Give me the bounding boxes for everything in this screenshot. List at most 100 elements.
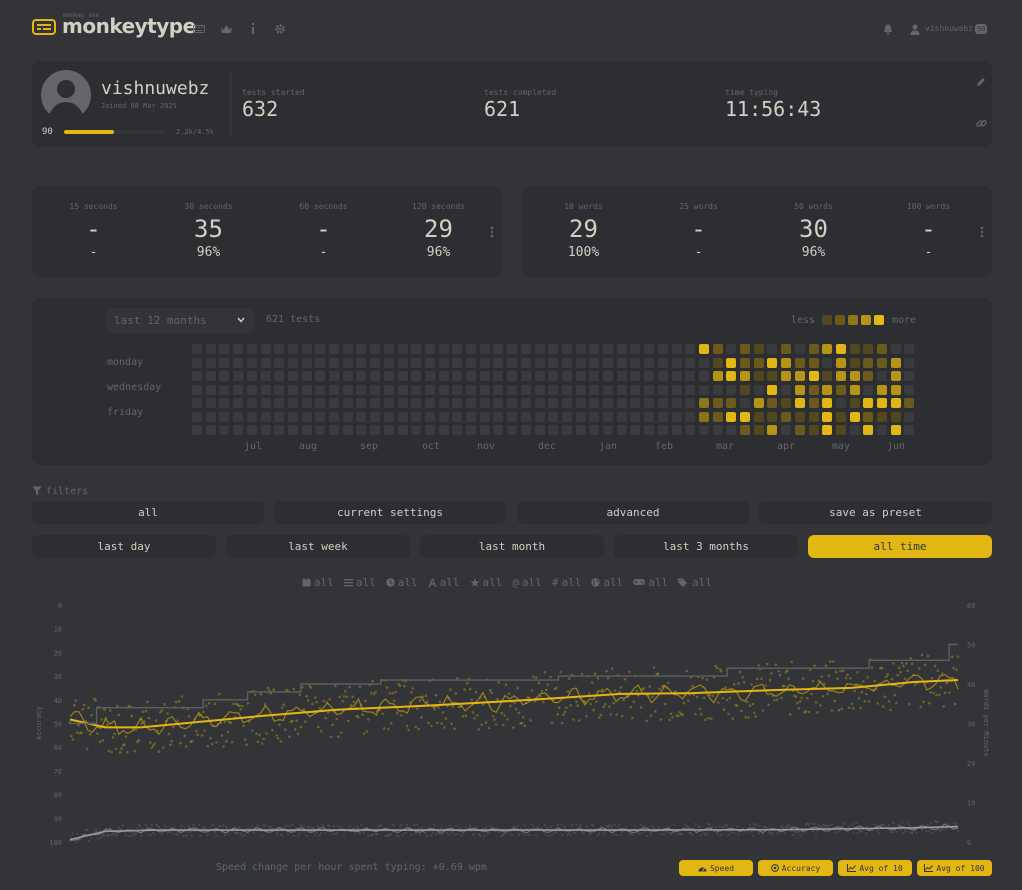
activity-cell[interactable] [493,371,504,381]
activity-cell[interactable] [630,425,641,435]
activity-cell[interactable] [479,344,490,354]
activity-cell[interactable] [507,411,518,422]
activity-cell[interactable] [657,371,668,381]
activity-cell[interactable] [616,411,627,422]
activity-cell[interactable] [589,425,600,435]
activity-cell[interactable] [740,411,750,422]
activity-cell[interactable] [589,371,600,381]
activity-cell[interactable] [822,384,833,395]
activity-cell[interactable] [822,357,833,368]
activity-cell[interactable] [685,384,696,395]
activity-cell[interactable] [370,357,381,368]
activity-cell[interactable] [616,425,627,435]
activity-cell[interactable] [424,371,435,381]
filters-toggle[interactable]: filters [32,484,88,498]
activity-cell[interactable] [219,384,230,395]
link-icon[interactable] [973,115,989,131]
activity-cell[interactable] [246,384,257,395]
activity-cell[interactable] [411,371,422,381]
activity-cell[interactable] [274,384,285,395]
activity-cell[interactable] [781,344,792,354]
activity-cell[interactable] [589,398,600,408]
activity-cell[interactable] [863,384,874,395]
activity-cell[interactable] [575,425,586,435]
activity-cell[interactable] [822,425,833,435]
activity-cell[interactable] [246,398,257,408]
activity-cell[interactable] [781,411,792,422]
activity-cell[interactable] [657,357,668,368]
chip-font[interactable]: all [428,576,460,589]
activity-cell[interactable] [794,398,805,408]
activity-cell[interactable] [712,384,723,395]
activity-cell[interactable] [397,344,408,354]
activity-cell[interactable] [315,371,326,381]
activity-cell[interactable] [507,357,518,368]
activity-cell[interactable] [835,371,846,381]
activity-cell[interactable] [466,398,476,408]
activity-cell[interactable] [548,344,559,354]
filter-all-button[interactable]: all [32,501,264,524]
activity-cell[interactable] [685,398,696,408]
activity-cell[interactable] [548,371,559,381]
activity-cell[interactable] [329,371,339,381]
chip-star[interactable]: all [469,576,502,589]
activity-cell[interactable] [904,384,915,395]
activity-cell[interactable] [493,384,504,395]
activity-cell[interactable] [534,384,545,395]
activity-cell[interactable] [726,357,737,368]
activity-cell[interactable] [301,398,312,408]
activity-cell[interactable] [753,384,764,395]
activity-cell[interactable] [274,344,285,354]
activity-cell[interactable] [561,411,572,422]
activity-cell[interactable] [877,411,887,422]
activity-cell[interactable] [342,357,353,368]
activity-cell[interactable] [740,371,750,381]
activity-cell[interactable] [342,425,353,435]
activity-cell[interactable] [274,398,285,408]
activity-cell[interactable] [534,344,545,354]
chip-list[interactable]: all [343,576,376,589]
activity-cell[interactable] [698,398,709,408]
activity-cell[interactable] [287,398,298,408]
activity-cell[interactable] [877,398,887,408]
activity-cell[interactable] [356,384,367,395]
activity-cell[interactable] [863,425,874,435]
activity-cell[interactable] [657,344,668,354]
activity-cell[interactable] [548,384,559,395]
activity-cell[interactable] [671,411,682,422]
activity-cell[interactable] [603,371,613,381]
activity-cell[interactable] [520,398,531,408]
activity-cell[interactable] [205,425,216,435]
activity-cell[interactable] [603,357,613,368]
activity-cell[interactable] [781,371,792,381]
activity-cell[interactable] [246,425,257,435]
activity-cell[interactable] [712,411,723,422]
activity-cell[interactable] [740,398,750,408]
bell-icon[interactable] [880,21,896,37]
activity-cell[interactable] [890,425,901,435]
activity-cell[interactable] [877,344,887,354]
activity-cell[interactable] [329,344,339,354]
activity-cell[interactable] [698,357,709,368]
activity-cell[interactable] [890,371,901,381]
activity-cell[interactable] [342,384,353,395]
activity-cell[interactable] [342,344,353,354]
activity-cell[interactable] [548,411,559,422]
activity-cell[interactable] [246,357,257,368]
activity-cell[interactable] [712,371,723,381]
activity-cell[interactable] [411,411,422,422]
activity-cell[interactable] [507,384,518,395]
activity-cell[interactable] [767,344,778,354]
activity-cell[interactable] [808,425,819,435]
activity-cell[interactable] [424,384,435,395]
activity-cell[interactable] [767,384,778,395]
activity-cell[interactable] [849,425,860,435]
activity-cell[interactable] [520,411,531,422]
activity-cell[interactable] [233,357,244,368]
activity-cell[interactable] [630,371,641,381]
save-as-preset-button[interactable]: save as preset [759,501,992,524]
activity-cell[interactable] [561,344,572,354]
activity-cell[interactable] [356,411,367,422]
activity-cell[interactable] [698,384,709,395]
activity-cell[interactable] [863,371,874,381]
